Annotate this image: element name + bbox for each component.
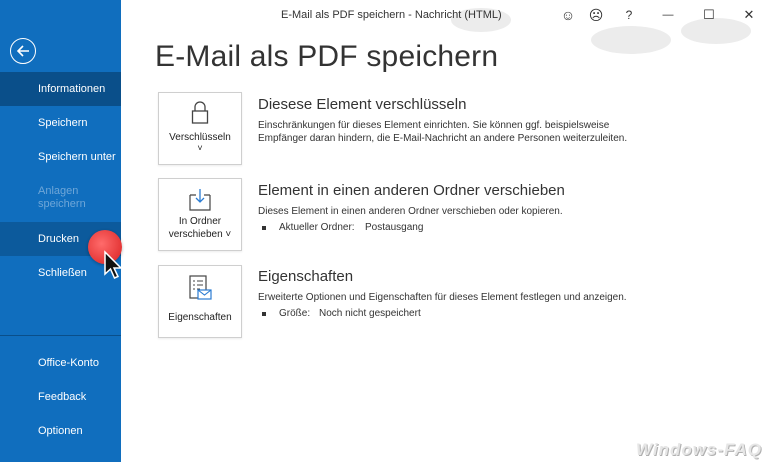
encrypt-section-title: Diesese Element verschlüsseln (258, 96, 467, 113)
properties-button[interactable]: Eigenschaften (158, 265, 242, 338)
properties-icon (189, 275, 212, 300)
help-icon[interactable]: ? (618, 5, 640, 25)
size-value: Noch nicht gespeichert (319, 308, 421, 319)
sidebar-item-office-konto[interactable]: Office-Konto (0, 346, 121, 380)
size-row: Größe: Noch nicht gespeichert (262, 308, 421, 319)
smile-icon[interactable]: ☺ (557, 5, 579, 25)
bullet-icon (262, 311, 266, 316)
encrypt-section-desc: Einschränkungen für dieses Element einri… (258, 120, 628, 144)
sidebar-item-label: Anlagen speichern (38, 185, 86, 210)
current-folder-label: Aktueller Ordner: (279, 222, 355, 233)
properties-section-title: Eigenschaften (258, 268, 354, 285)
sidebar-item-label: Feedback (38, 390, 87, 403)
sidebar-item-label: Schließen (38, 266, 87, 279)
back-button[interactable] (10, 38, 36, 64)
bullet-icon (262, 225, 266, 230)
move-to-folder-button[interactable]: In Ordner verschieben ˅ (158, 178, 242, 251)
frown-icon[interactable]: ☹ (585, 5, 607, 25)
move-folder-icon (189, 189, 211, 211)
maximize-icon[interactable]: ☐ (698, 5, 720, 25)
properties-button-label: Eigenschaften (168, 312, 232, 323)
mouse-pointer-icon (104, 250, 123, 279)
sidebar-item-label: Drucken (38, 232, 79, 245)
sidebar-item-anlagen-speichern: Anlagen speichern (0, 178, 121, 218)
sidebar-item-label: Speichern (38, 116, 88, 129)
background-decoration (591, 26, 671, 54)
current-folder-value: Postausgang (365, 222, 424, 233)
title-bar: E-Mail als PDF speichern - Nachricht (HT… (121, 0, 768, 54)
sidebar-item-speichern-unter[interactable]: Speichern unter (0, 140, 121, 174)
minimize-icon[interactable]: — (657, 5, 679, 25)
sidebar-item-label: Optionen (38, 424, 83, 437)
close-icon[interactable]: ✕ (738, 5, 760, 25)
encrypt-button[interactable]: Verschlüsseln ˅ (158, 92, 242, 165)
sidebar-item-informationen[interactable]: Informationen (0, 72, 121, 106)
lock-icon (191, 101, 209, 124)
page-title: E-Mail als PDF speichern (155, 40, 499, 73)
sidebar-item-label: Office-Konto (38, 356, 99, 369)
watermark: Windows-FAQ (635, 440, 762, 459)
back-arrow-icon (16, 45, 29, 57)
chevron-down-icon: ˅ (197, 143, 203, 153)
window-title: E-Mail als PDF speichern - Nachricht (HT… (281, 9, 502, 21)
move-button-label-2: verschieben ˅ (168, 229, 232, 240)
properties-section-desc: Erweiterte Optionen und Eigenschaften fü… (258, 292, 627, 303)
sidebar-item-feedback[interactable]: Feedback (0, 380, 121, 414)
size-label: Größe: (279, 308, 311, 319)
move-button-label: In Ordner (178, 216, 222, 227)
move-section-title: Element in einen anderen Ordner verschie… (258, 182, 565, 199)
sidebar-item-label: Speichern unter (38, 150, 116, 163)
sidebar-item-optionen[interactable]: Optionen (0, 414, 121, 448)
sidebar-item-label: Informationen (38, 82, 106, 95)
sidebar-divider (0, 335, 121, 336)
sidebar-item-speichern[interactable]: Speichern (0, 106, 121, 140)
move-section-desc: Dieses Element in einen anderen Ordner v… (258, 206, 563, 217)
current-folder-row: Aktueller Ordner: Postausgang (262, 222, 423, 233)
